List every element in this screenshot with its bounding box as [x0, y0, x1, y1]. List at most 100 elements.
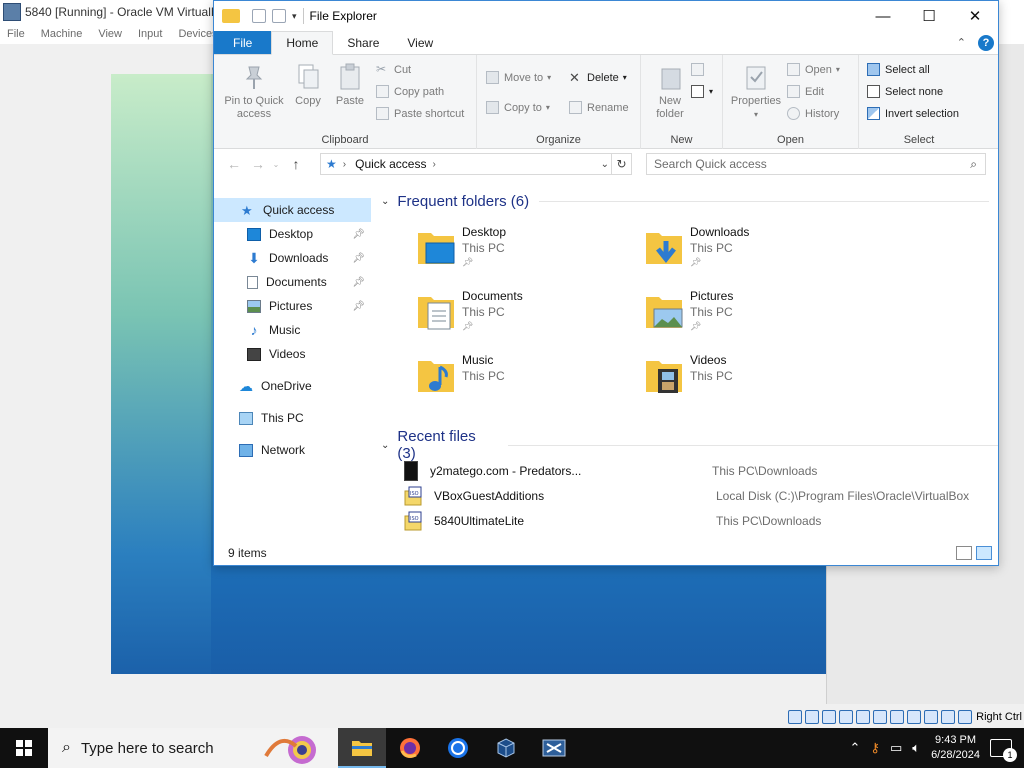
recent-locations-icon[interactable]: ⌄ [267, 160, 285, 169]
paste-button[interactable]: Paste [332, 63, 368, 108]
taskbar-search-box[interactable]: ⌕ Type here to search [48, 728, 338, 768]
new-folder-quick-icon[interactable] [272, 9, 286, 23]
taskbar-virtualbox[interactable] [482, 728, 530, 768]
cpu-icon[interactable] [924, 710, 939, 724]
show-hidden-icons-icon[interactable]: ⌃ [850, 740, 861, 756]
tab-file[interactable]: File [214, 31, 272, 54]
notification-center-icon[interactable]: 1 [990, 739, 1017, 762]
copy-to-button[interactable]: Copy to ▾ [486, 101, 550, 114]
volume-muted-icon[interactable]: 🔈︎ [912, 740, 920, 756]
large-icons-view-icon[interactable] [976, 546, 992, 560]
customize-quick-access-icon[interactable]: ▾ [292, 11, 297, 22]
nav-downloads[interactable]: ⬇ Downloads 📌︎ [214, 246, 371, 270]
display-icon[interactable] [890, 710, 905, 724]
taskbar-firefox[interactable] [386, 728, 434, 768]
shared-folders-icon[interactable] [873, 710, 888, 724]
select-none-button[interactable]: Select none [867, 85, 943, 98]
properties-quick-icon[interactable] [252, 9, 266, 23]
minimize-button[interactable]: — [860, 1, 906, 31]
tab-share[interactable]: Share [333, 31, 393, 54]
hard-disk-icon[interactable] [788, 710, 803, 724]
clock[interactable]: 9:43 PM 6/28/2024 [931, 733, 980, 763]
breadcrumb-chevron-icon[interactable]: › [432, 159, 435, 170]
pin-icon[interactable]: 📌︎ [352, 229, 365, 240]
tab-home[interactable]: Home [271, 31, 334, 55]
copy-path-button[interactable]: Copy path [376, 85, 444, 98]
taskbar-vm-5840[interactable] [530, 728, 578, 768]
back-icon[interactable]: ← [225, 156, 243, 172]
search-input[interactable]: Search Quick access [654, 157, 767, 171]
taskbar-file-explorer[interactable] [338, 728, 386, 768]
frequent-folders-header[interactable]: ⌄ Frequent folders (6) [381, 193, 990, 210]
search-box[interactable]: Search Quick access ⌕ [646, 153, 986, 175]
breadcrumb-quick-access[interactable]: Quick access [355, 157, 426, 171]
nav-videos[interactable]: Videos [214, 342, 371, 366]
key-icon[interactable]: ⚷ [870, 740, 880, 756]
nav-pictures[interactable]: Pictures 📌︎ [214, 294, 371, 318]
new-item-button[interactable] [691, 63, 709, 76]
recent-files-header[interactable]: ⌄ Recent files (3) [381, 428, 998, 462]
up-icon[interactable]: ↑ [287, 156, 305, 172]
nav-network[interactable]: Network [214, 438, 371, 462]
select-all-button[interactable]: Select all [867, 63, 930, 76]
cut-button[interactable]: ✂ Cut [376, 63, 411, 76]
taskbar-search-input[interactable]: Type here to search [81, 740, 214, 757]
pin-icon[interactable]: 📌︎ [352, 253, 365, 264]
vbox-menu-devices[interactable]: Devices [178, 28, 217, 40]
folder-tile-downloads[interactable]: Downloads This PC 📌︎ [644, 225, 844, 281]
maximize-button[interactable]: ☐ [906, 1, 952, 31]
nav-onedrive[interactable]: ☁ OneDrive [214, 374, 371, 398]
recent-file-row[interactable]: ISO VBoxGuestAdditions Local Disk (C:)\P… [404, 484, 994, 508]
recent-file-row[interactable]: y2matego.com - Predators... This PC\Down… [404, 459, 994, 483]
history-button[interactable]: History [787, 107, 839, 120]
keyboard-icon[interactable] [958, 710, 973, 724]
open-button[interactable]: Open ▾ [787, 63, 840, 76]
folder-tile-pictures[interactable]: Pictures This PC 📌︎ [644, 289, 844, 345]
folder-tile-music[interactable]: Music This PC [416, 353, 616, 409]
nav-documents[interactable]: Documents 📌︎ [214, 270, 371, 294]
invert-selection-button[interactable]: Invert selection [867, 107, 959, 120]
copy-button[interactable]: Copy [290, 63, 326, 108]
folder-tile-documents[interactable]: Documents This PC 📌︎ [416, 289, 616, 345]
delete-button[interactable]: ✕ Delete ▾ [569, 71, 627, 84]
folder-tile-videos[interactable]: Videos This PC [644, 353, 844, 409]
collapse-chevron-icon[interactable]: ⌄ [381, 196, 389, 207]
paste-shortcut-button[interactable]: Paste shortcut [376, 107, 464, 120]
audio-icon[interactable] [822, 710, 837, 724]
nav-this-pc[interactable]: This PC [214, 406, 371, 430]
address-bar[interactable]: ★ › Quick access › ⌄ ↻ [320, 153, 632, 175]
nav-desktop[interactable]: Desktop 📌︎ [214, 222, 371, 246]
address-dropdown-icon[interactable]: ⌄ [601, 159, 609, 170]
collapse-chevron-icon[interactable]: ⌄ [381, 440, 389, 451]
vbox-menu-file[interactable]: File [7, 28, 25, 40]
mouse-integration-icon[interactable] [941, 710, 956, 724]
network-status-icon[interactable]: ▭ [890, 740, 902, 756]
optical-drive-icon[interactable] [805, 710, 820, 724]
start-button[interactable] [0, 728, 48, 768]
nav-quick-access[interactable]: ★ Quick access [214, 198, 371, 222]
recent-file-row[interactable]: ISO 5840UltimateLite This PC\Downloads [404, 509, 994, 533]
close-button[interactable]: ✕ [952, 1, 998, 31]
vbox-menu-machine[interactable]: Machine [41, 28, 83, 40]
refresh-icon[interactable]: ↻ [611, 154, 631, 174]
rename-button[interactable]: Rename [569, 101, 629, 114]
properties-button[interactable]: Properties ▾ [729, 63, 783, 121]
move-to-button[interactable]: Move to ▾ [486, 71, 551, 84]
recording-icon[interactable] [907, 710, 922, 724]
easy-access-button[interactable]: ▾ [691, 85, 713, 98]
network-icon[interactable] [839, 710, 854, 724]
details-view-icon[interactable] [956, 546, 972, 560]
breadcrumb-chevron-icon[interactable]: › [343, 159, 346, 170]
tab-view[interactable]: View [393, 31, 447, 54]
pin-icon[interactable]: 📌︎ [352, 277, 365, 288]
taskbar-chrome[interactable] [434, 728, 482, 768]
usb-icon[interactable] [856, 710, 871, 724]
new-folder-button[interactable]: New folder [649, 63, 691, 121]
vbox-menu-input[interactable]: Input [138, 28, 162, 40]
help-icon[interactable]: ? [978, 34, 994, 51]
pin-to-quick-access-button[interactable]: Pin to Quick access [220, 63, 288, 121]
nav-music[interactable]: ♪ Music [214, 318, 371, 342]
folder-tile-desktop[interactable]: Desktop This PC 📌︎ [416, 225, 616, 281]
forward-icon[interactable]: → [249, 156, 267, 172]
collapse-ribbon-icon[interactable]: ⌃ [957, 36, 966, 49]
